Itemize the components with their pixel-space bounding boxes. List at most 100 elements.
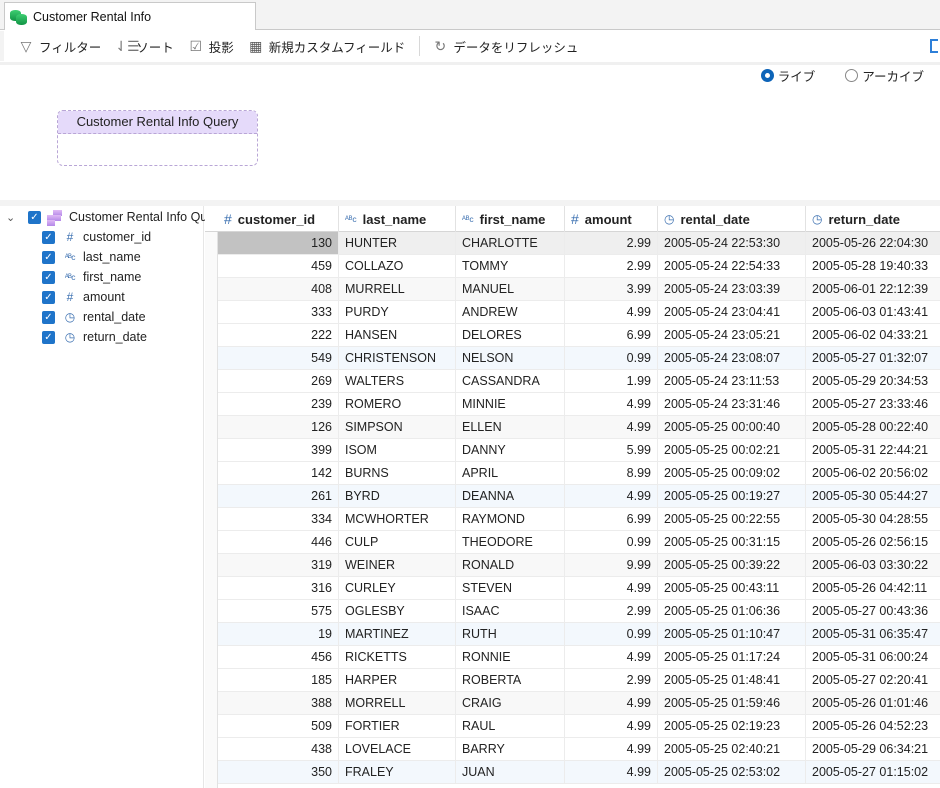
table-row[interactable]: 222 HANSEN DELORES 6.99 2005-05-24 23:05:21 2…: [218, 324, 940, 347]
cell-first-name[interactable]: CRAIG: [456, 692, 565, 714]
sort-button[interactable]: ⇃☰ ソート: [115, 37, 174, 56]
cell-rental-date[interactable]: 2005-05-25 00:22:55: [658, 508, 806, 530]
cell-rental-date[interactable]: 2005-05-24 23:11:53: [658, 370, 806, 392]
query-node[interactable]: Customer Rental Info Query: [57, 110, 258, 166]
cell-first-name[interactable]: DEANNA: [456, 485, 565, 507]
cell-last-name[interactable]: MCWHORTER: [339, 508, 456, 530]
column-header-first-name[interactable]: ᴬᴮc first_name: [456, 206, 565, 232]
cell-last-name[interactable]: BYRD: [339, 485, 456, 507]
cell-first-name[interactable]: APRIL: [456, 462, 565, 484]
cell-rental-date[interactable]: 2005-05-25 02:53:02: [658, 761, 806, 783]
cell-return-date[interactable]: 2005-05-26 22:04:30: [806, 232, 940, 254]
cell-return-date[interactable]: 2005-06-02 20:56:02: [806, 462, 940, 484]
projection-button[interactable]: ☑ 投影: [188, 37, 234, 56]
cell-amount[interactable]: 4.99: [565, 761, 658, 783]
table-row[interactable]: 19 MARTINEZ RUTH 0.99 2005-05-25 01:10:47 200…: [218, 623, 940, 646]
cell-customer-id[interactable]: 333: [218, 301, 339, 323]
checkbox-checked-icon[interactable]: ✓: [42, 290, 55, 304]
cell-rental-date[interactable]: 2005-05-25 00:43:11: [658, 577, 806, 599]
cell-customer-id[interactable]: 549: [218, 347, 339, 369]
table-row[interactable]: 239 ROMERO MINNIE 4.99 2005-05-24 23:31:46 20…: [218, 393, 940, 416]
cell-amount[interactable]: 2.99: [565, 669, 658, 691]
cell-last-name[interactable]: CHRISTENSON: [339, 347, 456, 369]
table-row[interactable]: 319 WEINER RONALD 9.99 2005-05-25 00:39:22 20…: [218, 554, 940, 577]
tree-field-return-date[interactable]: ✓ ◷ return_date: [42, 327, 147, 347]
cell-last-name[interactable]: MORRELL: [339, 692, 456, 714]
cell-return-date[interactable]: 2005-06-03 01:43:41: [806, 301, 940, 323]
cell-return-date[interactable]: 2005-05-29 20:34:53: [806, 370, 940, 392]
cell-customer-id[interactable]: 319: [218, 554, 339, 576]
cell-return-date[interactable]: 2005-05-28 19:40:33: [806, 255, 940, 277]
cell-amount[interactable]: 4.99: [565, 577, 658, 599]
cell-last-name[interactable]: ISOM: [339, 439, 456, 461]
checkbox-checked-icon[interactable]: ✓: [42, 230, 55, 244]
checkbox-checked-icon[interactable]: ✓: [42, 330, 55, 344]
cell-first-name[interactable]: JUAN: [456, 761, 565, 783]
checkbox-checked-icon[interactable]: ✓: [42, 270, 55, 284]
cell-rental-date[interactable]: 2005-05-24 22:53:30: [658, 232, 806, 254]
cell-return-date[interactable]: 2005-05-26 04:42:11: [806, 577, 940, 599]
checkbox-checked-icon[interactable]: ✓: [42, 250, 55, 264]
expand-icon[interactable]: [930, 39, 938, 53]
tree-field-first-name[interactable]: ✓ ᴬᴮc first_name: [42, 267, 141, 287]
cell-last-name[interactable]: COLLAZO: [339, 255, 456, 277]
cell-return-date[interactable]: 2005-05-31 06:35:47: [806, 623, 940, 645]
cell-first-name[interactable]: ELLEN: [456, 416, 565, 438]
table-row[interactable]: 316 CURLEY STEVEN 4.99 2005-05-25 00:43:11 20…: [218, 577, 940, 600]
cell-rental-date[interactable]: 2005-05-25 01:17:24: [658, 646, 806, 668]
cell-last-name[interactable]: MARTINEZ: [339, 623, 456, 645]
cell-return-date[interactable]: 2005-06-01 22:12:39: [806, 278, 940, 300]
cell-first-name[interactable]: ANDREW: [456, 301, 565, 323]
cell-first-name[interactable]: CHARLOTTE: [456, 232, 565, 254]
cell-amount[interactable]: 4.99: [565, 393, 658, 415]
cell-amount[interactable]: 0.99: [565, 347, 658, 369]
live-radio[interactable]: ライブ: [760, 66, 815, 85]
cell-amount[interactable]: 4.99: [565, 416, 658, 438]
cell-first-name[interactable]: RONNIE: [456, 646, 565, 668]
cell-customer-id[interactable]: 408: [218, 278, 339, 300]
cell-amount[interactable]: 0.99: [565, 531, 658, 553]
cell-rental-date[interactable]: 2005-05-25 02:19:23: [658, 715, 806, 737]
cell-last-name[interactable]: OGLESBY: [339, 600, 456, 622]
cell-first-name[interactable]: TOMMY: [456, 255, 565, 277]
cell-customer-id[interactable]: 239: [218, 393, 339, 415]
table-row[interactable]: 446 CULP THEODORE 0.99 2005-05-25 00:31:15 20…: [218, 531, 940, 554]
cell-return-date[interactable]: 2005-05-31 06:00:24: [806, 646, 940, 668]
table-row[interactable]: 388 MORRELL CRAIG 4.99 2005-05-25 01:59:46 20…: [218, 692, 940, 715]
cell-last-name[interactable]: BURNS: [339, 462, 456, 484]
cell-last-name[interactable]: HANSEN: [339, 324, 456, 346]
cell-return-date[interactable]: 2005-05-26 01:01:46: [806, 692, 940, 714]
cell-first-name[interactable]: DANNY: [456, 439, 565, 461]
cell-amount[interactable]: 4.99: [565, 692, 658, 714]
table-row[interactable]: 142 BURNS APRIL 8.99 2005-05-25 00:09:02 2005…: [218, 462, 940, 485]
cell-rental-date[interactable]: 2005-05-25 00:09:02: [658, 462, 806, 484]
tree-field-amount[interactable]: ✓ # amount: [42, 287, 125, 307]
cell-amount[interactable]: 4.99: [565, 738, 658, 760]
cell-rental-date[interactable]: 2005-05-25 00:31:15: [658, 531, 806, 553]
cell-return-date[interactable]: 2005-06-02 04:33:21: [806, 324, 940, 346]
cell-last-name[interactable]: WALTERS: [339, 370, 456, 392]
cell-return-date[interactable]: 2005-05-27 02:20:41: [806, 669, 940, 691]
table-row[interactable]: 334 MCWHORTER RAYMOND 6.99 2005-05-25 00:22:…: [218, 508, 940, 531]
column-header-amount[interactable]: # amount: [565, 206, 658, 232]
cell-last-name[interactable]: PURDY: [339, 301, 456, 323]
new-custom-field-button[interactable]: ▦ 新規カスタムフィールド: [248, 37, 405, 56]
tree-field-last-name[interactable]: ✓ ᴬᴮc last_name: [42, 247, 141, 267]
cell-amount[interactable]: 4.99: [565, 646, 658, 668]
cell-customer-id[interactable]: 509: [218, 715, 339, 737]
cell-customer-id[interactable]: 126: [218, 416, 339, 438]
cell-first-name[interactable]: ISAAC: [456, 600, 565, 622]
table-row[interactable]: 459 COLLAZO TOMMY 2.99 2005-05-24 22:54:33 20…: [218, 255, 940, 278]
cell-first-name[interactable]: THEODORE: [456, 531, 565, 553]
cell-last-name[interactable]: RICKETTS: [339, 646, 456, 668]
cell-return-date[interactable]: 2005-05-27 23:33:46: [806, 393, 940, 415]
tree-root[interactable]: ⌄ ✓ Customer Rental Info Query: [6, 207, 225, 227]
cell-amount[interactable]: 6.99: [565, 324, 658, 346]
cell-return-date[interactable]: 2005-05-26 04:52:23: [806, 715, 940, 737]
table-row[interactable]: 408 MURRELL MANUEL 3.99 2005-05-24 23:03:39 2…: [218, 278, 940, 301]
table-row[interactable]: 130 HUNTER CHARLOTTE 2.99 2005-05-24 22:53:3…: [218, 232, 940, 255]
cell-customer-id[interactable]: 388: [218, 692, 339, 714]
column-header-return-date[interactable]: ◷ return_date: [806, 206, 940, 232]
table-row[interactable]: 456 RICKETTS RONNIE 4.99 2005-05-25 01:17:24…: [218, 646, 940, 669]
cell-amount[interactable]: 2.99: [565, 600, 658, 622]
